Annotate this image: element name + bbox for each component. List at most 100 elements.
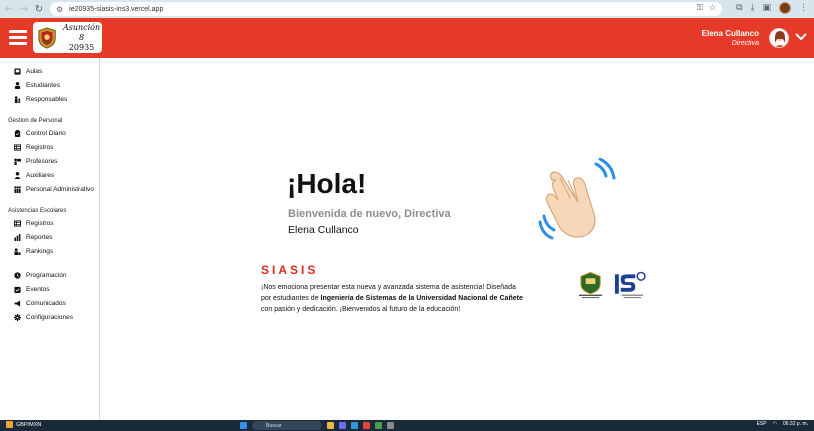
- sidebar-item-personal-administrativo[interactable]: Personal Administrativo: [0, 182, 99, 196]
- key-icon[interactable]: ⚿: [697, 3, 703, 13]
- sidebar-item-estudiantes[interactable]: Estudiantes: [0, 78, 99, 92]
- clipboard-icon: [13, 129, 21, 137]
- logo-number: 20935: [68, 42, 95, 52]
- app-icon[interactable]: [387, 422, 394, 429]
- clock-icon: [13, 271, 21, 279]
- description-part2: con pasión y dedicación. ¡Bienvenidos al…: [261, 306, 461, 313]
- url-text: ie20935-siasis-ins3.vercel.app: [69, 5, 164, 13]
- sidebar-item-label: Eventos: [26, 285, 50, 293]
- windows-start-icon[interactable]: [240, 422, 247, 429]
- sidebar-item-label: Estudiantes: [26, 81, 60, 89]
- vscode-icon[interactable]: [351, 422, 358, 429]
- greeting-heading: ¡Hola!: [287, 168, 367, 199]
- address-bar[interactable]: ⚙ ie20935-siasis-ins3.vercel.app ⚿ ☆: [50, 2, 722, 16]
- institution-logos: [577, 270, 647, 304]
- sidebar-item-registros-personal[interactable]: Registros: [0, 140, 99, 154]
- calendar-check-icon: [13, 285, 21, 293]
- sidebar-item-label: Personal Administrativo: [26, 185, 94, 193]
- sidebar-item-registros-asistencias[interactable]: Registros: [0, 216, 99, 230]
- sidepanel-icon[interactable]: ▣: [762, 3, 771, 13]
- teacher-icon: [13, 157, 21, 165]
- search-placeholder: Buscar: [266, 422, 282, 429]
- site-info-icon[interactable]: ⚙: [56, 5, 63, 14]
- student-icon: [13, 81, 21, 89]
- ranking-icon: [13, 247, 21, 255]
- os-taskbar: GBP/MXN Buscar ESP ◠ 06:32 p. m.: [0, 420, 814, 431]
- reload-icon[interactable]: ↻: [33, 2, 45, 16]
- section-title-personal: Gestion de Personal: [8, 118, 63, 124]
- user-role: Directiva: [731, 40, 759, 47]
- gear-icon: [13, 313, 21, 321]
- sidebar-item-configuraciones[interactable]: Configuraciones: [0, 310, 99, 324]
- browser-toolbar: ← → ↻ ⚙ ie20935-siasis-ins3.vercel.app ⚿…: [0, 0, 814, 18]
- bookmark-star-icon[interactable]: ☆: [709, 3, 716, 13]
- chrome-icon[interactable]: [363, 422, 370, 429]
- sidebar-item-label: Rankings: [26, 247, 54, 255]
- classroom-icon: [13, 67, 21, 75]
- sidebar-item-aulas[interactable]: Aulas: [0, 64, 99, 78]
- sidebar: Aulas Estudiantes Responsables Gestion d…: [0, 58, 100, 420]
- downloads-icon[interactable]: ⤓: [751, 3, 755, 13]
- currency-widget-icon: [6, 421, 13, 428]
- file-explorer-icon[interactable]: [327, 422, 334, 429]
- systems-engineering-logo-icon: [615, 271, 646, 299]
- sidebar-item-label: Control Diario: [26, 129, 66, 137]
- sidebar-item-label: Programación: [26, 271, 67, 279]
- weather-widget[interactable]: GBP/MXN: [6, 421, 41, 428]
- guardian-icon: [13, 95, 21, 103]
- sidebar-item-label: Responsables: [26, 95, 68, 103]
- app-icon[interactable]: [339, 422, 346, 429]
- megaphone-icon: [13, 299, 21, 307]
- sidebar-item-label: Auxiliares: [26, 171, 55, 179]
- profile-avatar[interactable]: [779, 2, 791, 14]
- sidebar-item-control-diario[interactable]: Control Diario: [0, 126, 99, 140]
- wifi-icon[interactable]: ◠: [773, 421, 777, 427]
- sidebar-item-programacion[interactable]: Programación: [0, 268, 99, 282]
- sidebar-item-label: Configuraciones: [26, 313, 73, 321]
- user-name: Elena Cullanco: [701, 29, 759, 38]
- welcome-user-name: Elena Cullanco: [288, 224, 359, 236]
- waving-hand-icon: [538, 158, 616, 240]
- forward-icon[interactable]: →: [18, 2, 30, 16]
- clock-time[interactable]: 06:32 p. m.: [783, 421, 808, 427]
- sidebar-item-label: Comunicados: [26, 299, 66, 307]
- sidebar-item-rankings[interactable]: Rankings: [0, 244, 99, 258]
- university-logo-icon: [578, 271, 603, 299]
- sidebar-item-eventos[interactable]: Eventos: [0, 282, 99, 296]
- brand-title: SIASIS: [261, 263, 319, 277]
- back-icon[interactable]: ←: [3, 2, 15, 16]
- sidebar-item-responsables[interactable]: Responsables: [0, 92, 99, 106]
- sidebar-item-auxiliares[interactable]: Auxiliares: [0, 168, 99, 182]
- description-bold: Ingeniería de Sistemas de la Universidad…: [320, 295, 523, 302]
- main-content: ¡Hola! Bienvenida de nuevo, Directiva El…: [101, 58, 814, 420]
- sidebar-item-label: Aulas: [26, 67, 43, 75]
- user-info[interactable]: Elena Cullanco Directiva: [702, 29, 759, 47]
- sidebar-item-label: Registros: [26, 143, 54, 151]
- welcome-text: Bienvenida de nuevo, Directiva: [288, 208, 451, 220]
- sidebar-item-label: Registros: [26, 219, 54, 227]
- language-indicator[interactable]: ESP: [757, 421, 767, 427]
- taskbar-search[interactable]: Buscar: [252, 421, 322, 430]
- description-paragraph: ¡Nos emociona presentar esta nueva y ava…: [261, 282, 526, 315]
- widget-label: GBP/MXN: [16, 421, 42, 428]
- sidebar-item-comunicados[interactable]: Comunicados: [0, 296, 99, 310]
- table-icon: [13, 143, 21, 151]
- chevron-down-icon[interactable]: [794, 32, 808, 42]
- assistant-icon: [13, 171, 21, 179]
- sidebar-item-reportes[interactable]: Reportes: [0, 230, 99, 244]
- school-logo[interactable]: Asunción 8 20935: [33, 22, 102, 53]
- school-crest-icon: [38, 26, 56, 49]
- logo-title: Asunción 8: [62, 22, 101, 42]
- sidebar-item-label: Reportes: [26, 233, 53, 241]
- app-header: Asunción 8 20935 Elena Cullanco Directiv…: [0, 18, 814, 58]
- table-icon: [13, 219, 21, 227]
- report-icon: [13, 233, 21, 241]
- user-avatar[interactable]: [769, 28, 789, 48]
- extensions-icon[interactable]: ⧉: [736, 3, 742, 13]
- sidebar-item-label: Profesores: [26, 157, 58, 165]
- menu-kebab-icon[interactable]: ⋮: [799, 3, 808, 13]
- spotify-icon[interactable]: [375, 422, 382, 429]
- sidebar-item-profesores[interactable]: Profesores: [0, 154, 99, 168]
- hamburger-menu-icon[interactable]: [9, 30, 27, 45]
- staff-icon: [13, 185, 21, 193]
